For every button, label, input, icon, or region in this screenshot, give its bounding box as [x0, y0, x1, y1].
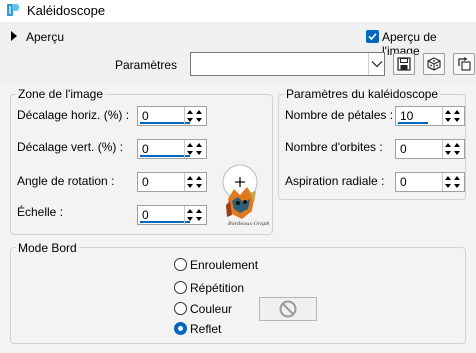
- radio-wrap-label[interactable]: Enroulement: [190, 258, 258, 272]
- spin-up-icon[interactable]: [196, 110, 202, 114]
- scale-spinner[interactable]: 0: [137, 205, 207, 225]
- radio-reflect-label[interactable]: Reflet: [190, 322, 221, 336]
- edge-mode-title: Mode Bord: [16, 241, 79, 255]
- params-dropdown[interactable]: [190, 52, 385, 76]
- spin-up-icon[interactable]: [445, 143, 451, 147]
- v-offset-value: 0: [142, 142, 149, 156]
- check-icon: [368, 33, 377, 41]
- spin-down-icon[interactable]: [445, 151, 451, 155]
- h-offset-spinner[interactable]: 0: [137, 106, 207, 126]
- radio-repeat[interactable]: [174, 281, 187, 294]
- preview-checkbox[interactable]: [366, 30, 379, 43]
- random-button[interactable]: [423, 53, 445, 75]
- params-label: Paramètres: [115, 58, 178, 72]
- window-title: Kaléidoscope: [27, 3, 106, 18]
- spin-down-icon[interactable]: [445, 118, 451, 122]
- kaleidoscope-params-title: Paramètres du kaléidoscope: [284, 87, 441, 101]
- reset-icon: [458, 57, 471, 71]
- spin-down-icon[interactable]: [454, 151, 460, 155]
- edge-color-swatch[interactable]: [259, 297, 317, 321]
- scale-value: 0: [142, 208, 149, 222]
- spin-down-icon[interactable]: [454, 118, 460, 122]
- radial-aspiration-spinner[interactable]: 0: [395, 172, 465, 192]
- spin-up-icon[interactable]: [196, 176, 202, 180]
- spin-down-icon[interactable]: [196, 217, 202, 221]
- spin-up-icon[interactable]: [187, 143, 193, 147]
- spin-down-icon[interactable]: [196, 118, 202, 122]
- spin-down-icon[interactable]: [196, 151, 202, 155]
- rotation-angle-spinner[interactable]: 0: [137, 172, 207, 192]
- dropdown-separator: [368, 53, 369, 75]
- spin-down-icon[interactable]: [187, 184, 193, 188]
- radio-color-label[interactable]: Couleur: [190, 302, 232, 316]
- petals-value: 10: [400, 109, 414, 123]
- center-preview-thumbnail[interactable]: [218, 163, 266, 229]
- expand-arrow-icon[interactable]: [11, 31, 17, 41]
- rotation-angle-value: 0: [142, 175, 149, 189]
- spin-up-icon[interactable]: [187, 110, 193, 114]
- spin-up-icon[interactable]: [196, 143, 202, 147]
- v-offset-spinner[interactable]: 0: [137, 139, 207, 159]
- spin-down-icon[interactable]: [445, 184, 451, 188]
- spin-up-icon[interactable]: [454, 110, 460, 114]
- radio-wrap[interactable]: [174, 258, 187, 271]
- orbits-label: Nombre d'orbites :: [285, 140, 383, 154]
- petals-spinner[interactable]: 10: [395, 106, 465, 126]
- image-zone-title: Zone de l'image: [16, 87, 106, 101]
- thumbnail-caption: Bordeaux-Graph: [228, 221, 270, 227]
- h-offset-label: Décalage horiz. (%) :: [17, 108, 130, 122]
- spin-up-icon[interactable]: [454, 143, 460, 147]
- save-icon: [397, 57, 411, 71]
- spin-down-icon[interactable]: [196, 184, 202, 188]
- no-color-icon: [279, 300, 297, 318]
- spin-up-icon[interactable]: [454, 176, 460, 180]
- spin-down-icon[interactable]: [187, 151, 193, 155]
- radio-reflect[interactable]: [174, 322, 187, 335]
- rotation-angle-label: Angle de rotation :: [17, 174, 115, 188]
- spin-up-icon[interactable]: [187, 209, 193, 213]
- spin-up-icon[interactable]: [445, 176, 451, 180]
- spin-down-icon[interactable]: [187, 118, 193, 122]
- reset-button[interactable]: [453, 53, 475, 75]
- spin-down-icon[interactable]: [187, 217, 193, 221]
- radial-aspiration-value: 0: [400, 175, 407, 189]
- spin-down-icon[interactable]: [454, 184, 460, 188]
- spin-up-icon[interactable]: [445, 110, 451, 114]
- app-logo-icon: [6, 3, 20, 18]
- preview-expander-label[interactable]: Aperçu: [26, 30, 64, 44]
- chevron-down-icon[interactable]: [371, 58, 383, 68]
- spin-up-icon[interactable]: [196, 209, 202, 213]
- petals-label: Nombre de pétales :: [285, 108, 394, 122]
- h-offset-value: 0: [142, 109, 149, 123]
- random-dice-icon: [427, 57, 441, 71]
- radio-color[interactable]: [174, 302, 187, 315]
- radio-repeat-label[interactable]: Répétition: [190, 281, 244, 295]
- scale-label: Échelle :: [17, 205, 64, 219]
- save-preset-button[interactable]: [393, 53, 415, 75]
- orbits-value: 0: [400, 142, 407, 156]
- v-offset-label: Décalage vert. (%) :: [17, 140, 124, 154]
- spin-up-icon[interactable]: [187, 176, 193, 180]
- orbits-spinner[interactable]: 0: [395, 139, 465, 159]
- radial-aspiration-label: Aspiration radiale :: [285, 174, 385, 188]
